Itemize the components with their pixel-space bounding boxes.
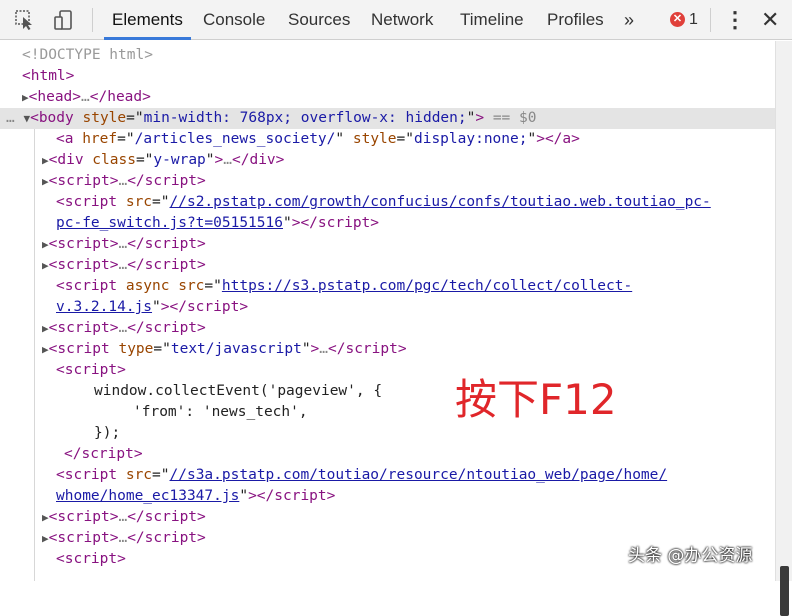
expand-triangle-icon[interactable]: ▶ — [22, 91, 29, 104]
toolbar-divider — [92, 8, 93, 32]
script-node[interactable]: ▶<script>…</script> — [42, 234, 206, 255]
elements-tree: <!DOCTYPE html> <html> ▶<head>…</head> …… — [0, 41, 775, 581]
tab-timeline[interactable]: Timeline — [460, 0, 524, 40]
watermark: 头条 @办公资源 — [628, 546, 753, 566]
script-node[interactable]: ▶<script>…</script> — [42, 318, 206, 339]
js-code-line: window.collectEvent('pageview', { — [94, 383, 383, 399]
script-src-node[interactable]: <script src="//s2.pstatp.com/growth/conf… — [56, 192, 711, 213]
script-src-link[interactable]: pc-fe_switch.js?t=05151516 — [56, 215, 283, 231]
annotation-text: 按下F12 — [455, 375, 617, 424]
script-src-link[interactable]: https://s3.pstatp.com/pgc/tech/collect/c… — [222, 278, 632, 294]
script-close-tag[interactable]: </script> — [64, 444, 143, 465]
script-src-node-cont[interactable]: whome/home_ec13347.js"></script> — [56, 486, 335, 507]
error-icon[interactable]: ✕ — [670, 12, 685, 27]
doctype-node[interactable]: <!DOCTYPE html> — [22, 45, 153, 66]
html-node[interactable]: <html> — [22, 66, 74, 87]
script-async-node-cont[interactable]: v.3.2.14.js"></script> — [56, 297, 248, 318]
tab-elements[interactable]: Elements — [104, 0, 191, 40]
expand-triangle-icon[interactable]: ▶ — [42, 343, 49, 356]
expand-triangle-icon[interactable]: ▶ — [42, 259, 49, 272]
head-node[interactable]: ▶<head>…</head> — [22, 87, 151, 108]
expand-triangle-icon[interactable]: ▶ — [42, 238, 49, 251]
script-src-link[interactable]: //s3a.pstatp.com/toutiao/resource/ntouti… — [170, 467, 668, 483]
vertical-scrollbar[interactable] — [775, 41, 792, 616]
devtools-toolbar: Elements Console Sources Network Timelin… — [0, 0, 792, 40]
expand-triangle-icon[interactable]: ▶ — [42, 511, 49, 524]
script-src-link[interactable]: whome/home_ec13347.js — [56, 488, 239, 504]
script-node[interactable]: ▶<script>…</script> — [42, 528, 206, 549]
more-tabs-chevron-icon[interactable]: » — [624, 0, 634, 40]
script-src-link[interactable]: //s2.pstatp.com/growth/confucius/confs/t… — [170, 194, 711, 210]
close-icon[interactable]: ✕ — [761, 0, 779, 40]
script-src-node[interactable]: <script src="//s3a.pstatp.com/toutiao/re… — [56, 465, 667, 486]
tab-profiles[interactable]: Profiles — [547, 0, 604, 40]
body-node[interactable]: … ▼<body style="min-width: 768px; overfl… — [6, 108, 536, 129]
anchor-node[interactable]: <a href="/articles_news_society/" style=… — [56, 129, 580, 150]
js-code-line: 'from': 'news_tech', — [133, 404, 308, 420]
script-node[interactable]: <script> — [56, 549, 126, 570]
expand-triangle-icon[interactable]: ▶ — [42, 154, 49, 167]
script-node[interactable]: ▶<script>…</script> — [42, 171, 206, 192]
tab-console[interactable]: Console — [203, 0, 265, 40]
script-inline-node[interactable]: <script> — [56, 360, 126, 381]
device-toggle-icon[interactable] — [52, 9, 74, 31]
scrollbar-thumb[interactable] — [780, 566, 789, 616]
expand-triangle-icon[interactable]: ▶ — [42, 175, 49, 188]
script-node[interactable]: ▶<script>…</script> — [42, 255, 206, 276]
script-node[interactable]: ▶<script>…</script> — [42, 507, 206, 528]
error-count[interactable]: 1 — [689, 0, 698, 40]
js-code-line: }); — [94, 425, 121, 441]
ellipsis-icon[interactable]: … — [6, 110, 15, 126]
cursor-select-icon[interactable] — [14, 9, 36, 31]
customize-menu-icon[interactable]: ⋮ — [724, 0, 746, 40]
expand-triangle-icon[interactable]: ▶ — [42, 322, 49, 335]
script-type-node[interactable]: ▶<script type="text/javascript">…</scrip… — [42, 339, 407, 360]
script-src-node-cont[interactable]: pc-fe_switch.js?t=05151516"></script> — [56, 213, 379, 234]
toolbar-divider — [710, 8, 711, 32]
tab-network[interactable]: Network — [371, 0, 433, 40]
script-src-link[interactable]: v.3.2.14.js — [56, 299, 152, 315]
indent-guide — [34, 129, 35, 581]
script-async-node[interactable]: <script async src="https://s3.pstatp.com… — [56, 276, 632, 297]
tab-sources[interactable]: Sources — [288, 0, 350, 40]
expand-triangle-icon[interactable]: ▶ — [42, 532, 49, 545]
div-node[interactable]: ▶<div class="y-wrap">…</div> — [42, 150, 284, 171]
